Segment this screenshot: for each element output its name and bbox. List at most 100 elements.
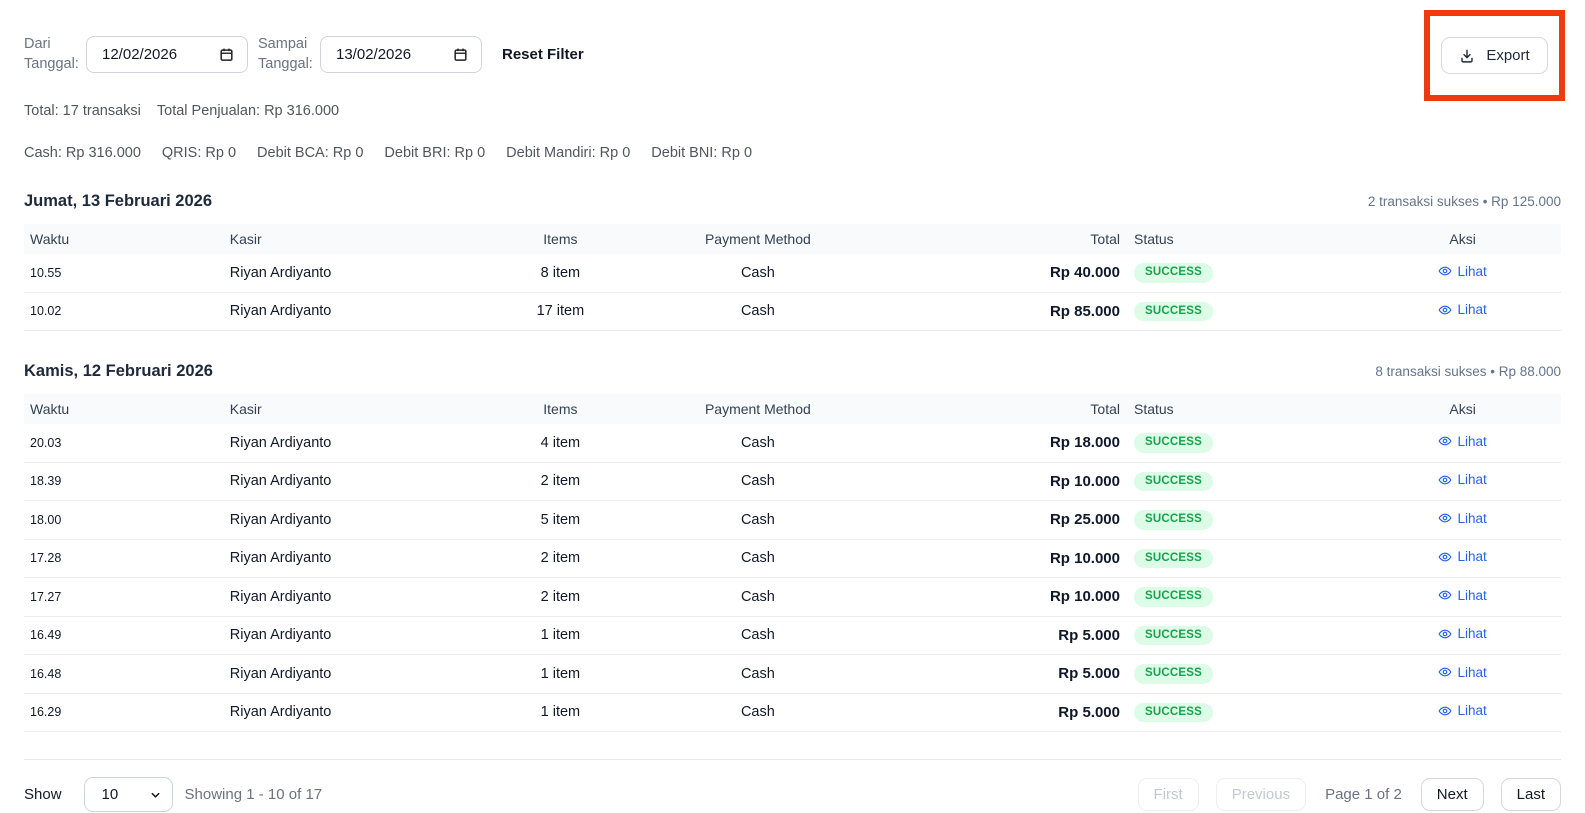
eye-icon [1438,704,1452,718]
status-badge: SUCCESS [1134,549,1213,569]
view-link-label: Lihat [1457,665,1486,680]
column-header-waktu: Waktu [24,224,224,254]
calendar-icon[interactable] [219,47,234,62]
column-header-items: Items [496,394,625,424]
section-summary-text: 8 transaksi sukses • Rp 88.000 [1375,364,1561,379]
last-page-button[interactable]: Last [1501,778,1561,811]
transactions-table: Waktu Kasir Items Payment Method Total S… [24,394,1561,732]
cell-items: 2 item [496,578,625,617]
transaction-row: 17.27 Riyan Ardiyanto 2 item Cash Rp 10.… [24,578,1561,617]
first-page-button[interactable]: First [1138,778,1199,811]
next-page-button[interactable]: Next [1421,778,1484,811]
view-transaction-link[interactable]: Lihat [1438,302,1486,317]
status-badge: SUCCESS [1134,302,1213,322]
view-transaction-link[interactable]: Lihat [1438,703,1486,718]
status-badge: SUCCESS [1134,703,1213,723]
previous-page-button[interactable]: Previous [1216,778,1306,811]
total-sales-text: Total Penjualan: Rp 316.000 [157,103,339,119]
view-transaction-link[interactable]: Lihat [1438,434,1486,449]
filter-bar: Dari Tanggal: Sampai Tanggal: Reset Filt… [24,34,1561,74]
cell-status: SUCCESS [1126,655,1364,694]
table-header-row: Waktu Kasir Items Payment Method Total S… [24,394,1561,424]
column-header-payment-method: Payment Method [625,394,891,424]
cell-waktu: 17.27 [24,578,224,617]
view-link-label: Lihat [1457,588,1486,603]
transaction-row: 18.39 Riyan Ardiyanto 2 item Cash Rp 10.… [24,462,1561,501]
column-header-aksi: Aksi [1364,394,1561,424]
day-section: Kamis, 12 Februari 2026 8 transaksi suks… [24,362,1561,732]
view-transaction-link[interactable]: Lihat [1438,264,1486,279]
view-link-label: Lihat [1457,626,1486,641]
cell-payment-method: Cash [625,462,891,501]
section-date-title: Kamis, 12 Februari 2026 [24,362,213,381]
cell-aksi: Lihat [1364,254,1561,292]
cell-aksi: Lihat [1364,616,1561,655]
payment-methods-summary: Cash: Rp 316.000 QRIS: Rp 0 Debit BCA: R… [24,145,1561,161]
cell-waktu: 18.00 [24,501,224,540]
eye-icon [1438,665,1452,679]
cell-status: SUCCESS [1126,254,1364,292]
cell-kasir: Riyan Ardiyanto [224,578,496,617]
eye-icon [1438,550,1452,564]
cell-waktu: 16.29 [24,693,224,732]
eye-icon [1438,434,1452,448]
cell-aksi: Lihat [1364,539,1561,578]
cell-total: Rp 5.000 [891,655,1126,694]
from-date-value[interactable] [102,46,194,63]
cell-items: 17 item [496,292,625,331]
cell-waktu: 20.03 [24,424,224,462]
cell-kasir: Riyan Ardiyanto [224,254,496,292]
status-badge: SUCCESS [1134,510,1213,530]
export-button[interactable]: Export [1441,37,1547,74]
cell-payment-method: Cash [625,539,891,578]
cell-waktu: 10.55 [24,254,224,292]
view-transaction-link[interactable]: Lihat [1438,588,1486,603]
cell-payment-method: Cash [625,693,891,732]
method-qris-text: QRIS: Rp 0 [162,145,236,161]
view-transaction-link[interactable]: Lihat [1438,626,1486,641]
view-transaction-link[interactable]: Lihat [1438,511,1486,526]
calendar-icon[interactable] [453,47,468,62]
status-badge: SUCCESS [1134,626,1213,646]
reset-filter-button[interactable]: Reset Filter [502,46,584,63]
from-date-input[interactable] [86,36,248,73]
cell-waktu: 16.48 [24,655,224,694]
transaction-row: 16.29 Riyan Ardiyanto 1 item Cash Rp 5.0… [24,693,1561,732]
status-badge: SUCCESS [1134,433,1213,453]
pagination-bar: Show 10 Showing 1 - 10 of 17 First Previ… [24,759,1561,812]
cell-kasir: Riyan Ardiyanto [224,655,496,694]
total-transactions-text: Total: 17 transaksi [24,103,141,119]
cell-items: 5 item [496,501,625,540]
transactions-report-page: Dari Tanggal: Sampai Tanggal: Reset Filt… [0,0,1585,813]
cell-items: 4 item [496,424,625,462]
cell-kasir: Riyan Ardiyanto [224,616,496,655]
view-transaction-link[interactable]: Lihat [1438,665,1486,680]
section-header: Kamis, 12 Februari 2026 8 transaksi suks… [24,362,1561,381]
transaction-row: 16.49 Riyan Ardiyanto 1 item Cash Rp 5.0… [24,616,1561,655]
column-header-waktu: Waktu [24,394,224,424]
showing-range-text: Showing 1 - 10 of 17 [185,786,323,803]
to-date-label: Sampai Tanggal: [258,34,320,74]
page-size-controls: Show 10 Showing 1 - 10 of 17 [24,777,322,812]
cell-total: Rp 25.000 [891,501,1126,540]
cell-kasir: Riyan Ardiyanto [224,462,496,501]
cell-kasir: Riyan Ardiyanto [224,501,496,540]
method-debit-bri-text: Debit BRI: Rp 0 [384,145,485,161]
pagination-buttons: First Previous Page 1 of 2 Next Last [1138,778,1561,811]
page-size-select[interactable]: 10 [84,777,173,812]
cell-aksi: Lihat [1364,655,1561,694]
transaction-row: 10.55 Riyan Ardiyanto 8 item Cash Rp 40.… [24,254,1561,292]
export-highlight-rectangle: Export [1424,10,1565,101]
column-header-kasir: Kasir [224,224,496,254]
view-transaction-link[interactable]: Lihat [1438,549,1486,564]
to-date-value[interactable] [336,46,428,63]
cell-waktu: 16.49 [24,616,224,655]
page-size-select-wrap: 10 [84,777,173,812]
column-header-items: Items [496,224,625,254]
view-link-label: Lihat [1457,703,1486,718]
view-transaction-link[interactable]: Lihat [1438,472,1486,487]
cell-kasir: Riyan Ardiyanto [224,424,496,462]
to-date-input[interactable] [320,36,482,73]
cell-waktu: 17.28 [24,539,224,578]
cell-aksi: Lihat [1364,292,1561,331]
